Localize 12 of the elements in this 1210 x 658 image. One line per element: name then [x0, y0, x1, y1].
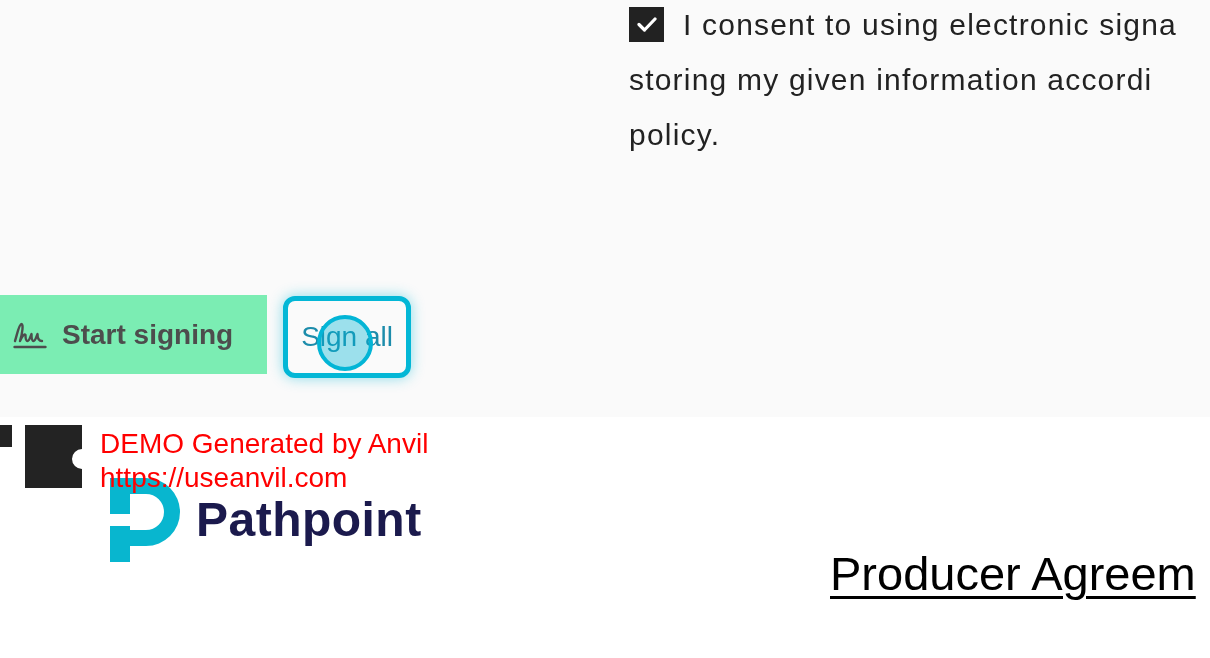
consent-text: policy.: [629, 117, 721, 153]
start-signing-button[interactable]: Start signing: [0, 295, 268, 374]
stamp-logo-icon: [0, 425, 82, 488]
company-name: Pathpoint: [196, 493, 422, 548]
signature-icon: [13, 320, 47, 349]
document-title: Producer Agreem: [830, 547, 1196, 601]
consent-text: storing my given information accordi: [629, 62, 1153, 98]
demo-notice-text: DEMO Generated by Anvil: [100, 427, 429, 461]
demo-notice-text: https://useanvil.com: [100, 461, 348, 495]
checkbox[interactable]: [629, 7, 664, 42]
checkmark-icon: [636, 17, 657, 32]
consent-text: I consent to using electronic signa: [683, 7, 1177, 42]
